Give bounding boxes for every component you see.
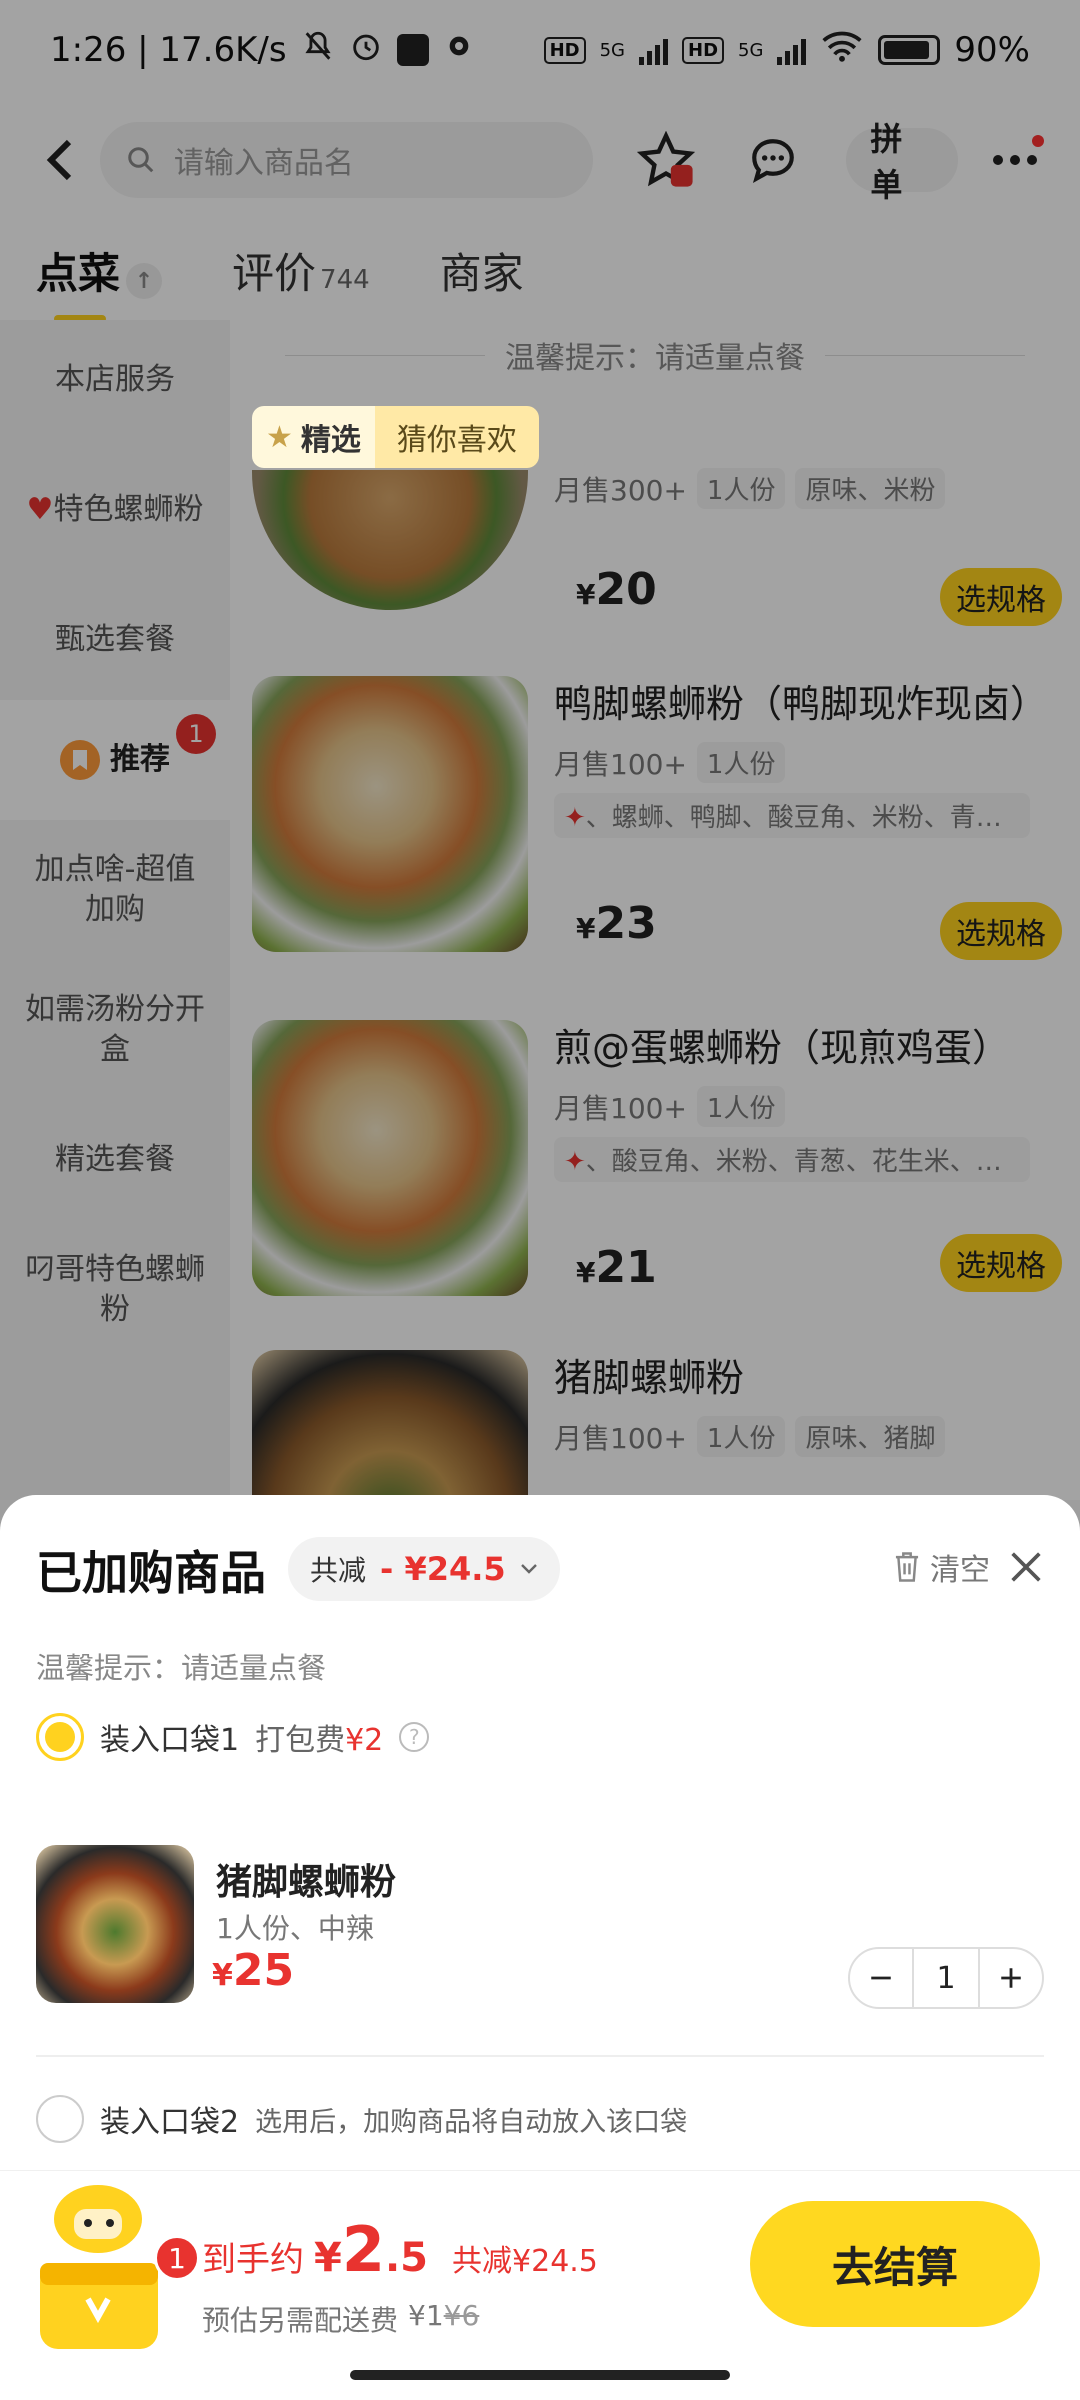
discount-detail-button[interactable]: 共减 - ¥24.5 xyxy=(288,1537,560,1601)
chip-guess-you-like[interactable]: 猜你喜欢 xyxy=(374,406,539,468)
minus-icon xyxy=(871,1976,891,1980)
plus-icon xyxy=(1001,1968,1021,1988)
total-saved: 共减¥24.5 xyxy=(452,2244,598,2279)
packing-fee-value: ¥2 xyxy=(345,1723,384,1758)
close-icon xyxy=(1011,1552,1041,1582)
delivery-fee-original: ¥6 xyxy=(443,2299,480,2332)
filter-chips: ★ 精选 猜你喜欢 xyxy=(252,406,539,468)
bag-1-radio[interactable] xyxy=(36,1713,84,1761)
cart-count-badge: 1 xyxy=(154,2235,200,2281)
divider xyxy=(36,2055,1044,2057)
delivery-fee-label: 预估另需配送费 xyxy=(202,2304,399,2337)
decrease-button[interactable] xyxy=(850,1949,912,2007)
close-button[interactable] xyxy=(1006,1547,1046,1587)
quantity-stepper: 1 xyxy=(848,1947,1044,2009)
featured-star-icon: ★ xyxy=(266,419,293,455)
help-icon[interactable]: ? xyxy=(399,1722,430,1752)
chip-featured[interactable]: ★ 精选 xyxy=(252,406,375,468)
bag-2-radio[interactable] xyxy=(36,2095,84,2143)
bag-2-label: 装入口袋2 xyxy=(100,2105,240,2140)
discount-value: - ¥24.5 xyxy=(380,1550,506,1588)
discount-label: 共减 xyxy=(310,1554,367,1587)
cart-tip: 温馨提示：请适量点餐 xyxy=(36,1651,327,1685)
quantity-value: 1 xyxy=(912,1949,980,2007)
bag-2-note: 选用后，加购商品将自动放入该口袋 xyxy=(255,2106,688,2138)
bag-1-label: 装入口袋1 xyxy=(100,1723,240,1758)
bag-1-row: 装入口袋1 打包费¥2 ? xyxy=(36,1713,430,1761)
cart-item-image xyxy=(36,1845,194,2003)
clear-label: 清空 xyxy=(930,1553,990,1588)
payable-label: 到手约 xyxy=(202,2240,304,2280)
cart-item-name: 猪脚螺蛳粉 xyxy=(216,1862,397,1903)
packing-fee-label: 打包费 xyxy=(255,1723,346,1758)
delivery-fee-value: ¥1 xyxy=(408,2299,444,2332)
trash-icon xyxy=(895,1552,919,1582)
clear-cart-button[interactable]: 清空 xyxy=(892,1545,990,1589)
delivery-fee: 预估另需配送费 ¥1¥6 xyxy=(202,2299,479,2339)
home-indicator[interactable] xyxy=(350,2370,730,2380)
checkout-bar: 1 到手约 ¥2.5 共减¥24.5 预估另需配送费 ¥1¥6 去结算 xyxy=(0,2170,1080,2400)
payable-amount: 到手约 ¥2.5 共减¥24.5 xyxy=(202,2213,598,2286)
bag-2-row: 装入口袋2 选用后，加购商品将自动放入该口袋 xyxy=(36,2095,687,2143)
cart-item-spec: 1人份、中辣 xyxy=(216,1912,374,1945)
cart-title: 已加购商品 xyxy=(36,1546,266,1600)
checkout-button[interactable]: 去结算 xyxy=(750,2201,1040,2327)
chip-featured-label: 精选 xyxy=(300,423,361,458)
cart-mascot-icon[interactable]: 1 xyxy=(26,2179,200,2359)
cart-item: 猪脚螺蛳粉 1人份、中辣 ¥25 1 xyxy=(36,1845,1044,2009)
chevron-down-icon xyxy=(520,1564,537,1574)
cart-item-price: ¥25 xyxy=(212,1945,295,1996)
increase-button[interactable] xyxy=(980,1949,1042,2007)
payable-value: ¥2.5 xyxy=(314,2213,429,2286)
